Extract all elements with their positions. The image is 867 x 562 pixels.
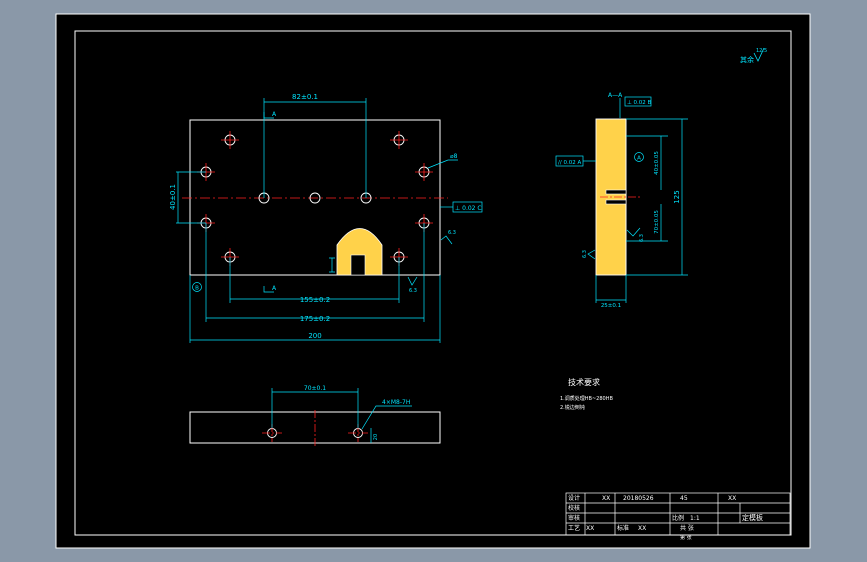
datum-flag-text: ⊥ 0.02 C bbox=[455, 205, 482, 212]
corner-roughness-label: 其余 bbox=[740, 55, 754, 64]
dim-total-width: 200 bbox=[308, 332, 321, 340]
roughness-bottom-value: 6.3 bbox=[409, 288, 417, 294]
section-roughness-mid-value: 6.3 bbox=[639, 234, 645, 242]
dim-hole-span: 175±0.2 bbox=[300, 315, 330, 323]
section-roughness-left-value: 6.3 bbox=[582, 250, 588, 258]
depth-label: 20 bbox=[373, 434, 379, 440]
dim-holes: 70±0.1 bbox=[304, 385, 326, 392]
tb-approve-label: 审核 bbox=[568, 514, 580, 522]
section-dim-thickness: 25±0.1 bbox=[601, 303, 621, 309]
flatness-left-text: // 0.02 A bbox=[558, 160, 581, 166]
drawing-sheet bbox=[55, 13, 811, 549]
tb-process-label: 工艺 bbox=[568, 524, 580, 532]
tech-title: 技术要求 bbox=[568, 377, 600, 387]
section-dim-height: 125 bbox=[673, 190, 681, 203]
section-dim-lower: 70±0.05 bbox=[654, 210, 660, 234]
flatness-top-text: ⊥ 0.02 B bbox=[627, 100, 652, 106]
section-dim-upper: 40±0.05 bbox=[654, 151, 660, 175]
tb-standard-label: 标准 bbox=[617, 524, 629, 532]
corner-roughness-value: 12.5 bbox=[756, 48, 767, 54]
tb-design-name: XX bbox=[602, 495, 610, 502]
tb-process-name: XX bbox=[586, 525, 594, 532]
tb-scale-label: 比例 bbox=[672, 514, 684, 522]
section-cut-lower bbox=[605, 199, 627, 205]
tb-date: 20180526 bbox=[623, 495, 654, 502]
thread-callout: 4×M8-7H bbox=[382, 399, 410, 406]
tb-design-label: 设计 bbox=[568, 494, 580, 502]
hole-callout: ⌀8 bbox=[450, 153, 458, 160]
tb-page-label: 第 张 bbox=[680, 534, 692, 541]
section-datum-label: A bbox=[637, 156, 641, 162]
tb-drawing-name: 定模板 bbox=[742, 513, 763, 522]
tb-sheet-label: 共 张 bbox=[680, 524, 694, 532]
datum-label: B bbox=[195, 286, 199, 292]
section-cut-upper bbox=[605, 189, 627, 195]
dim-top: 82±0.1 bbox=[292, 93, 318, 101]
roughness-right-value: 6.3 bbox=[448, 230, 456, 236]
dim-left: 40±0.1 bbox=[169, 184, 177, 210]
tb-standard-name: XX bbox=[638, 525, 646, 532]
tb-material: 45 bbox=[680, 495, 688, 502]
tech-line-1: 1.调质处理HB~280HB bbox=[560, 395, 613, 402]
tb-scale-value: 1:1 bbox=[690, 515, 700, 522]
section-slot-inner bbox=[350, 254, 366, 276]
tech-line-2: 2.锐边倒钝 bbox=[560, 404, 585, 411]
tb-company: XX bbox=[728, 495, 736, 502]
cad-drawing-canvas: 其余 12.5 82±0.1 40±0.1 155±0.2 175±0.2 20… bbox=[55, 13, 811, 549]
section-title: A—A bbox=[608, 92, 623, 99]
dim-inner-width: 155±0.2 bbox=[300, 296, 330, 304]
tb-check-label: 校核 bbox=[568, 504, 580, 512]
